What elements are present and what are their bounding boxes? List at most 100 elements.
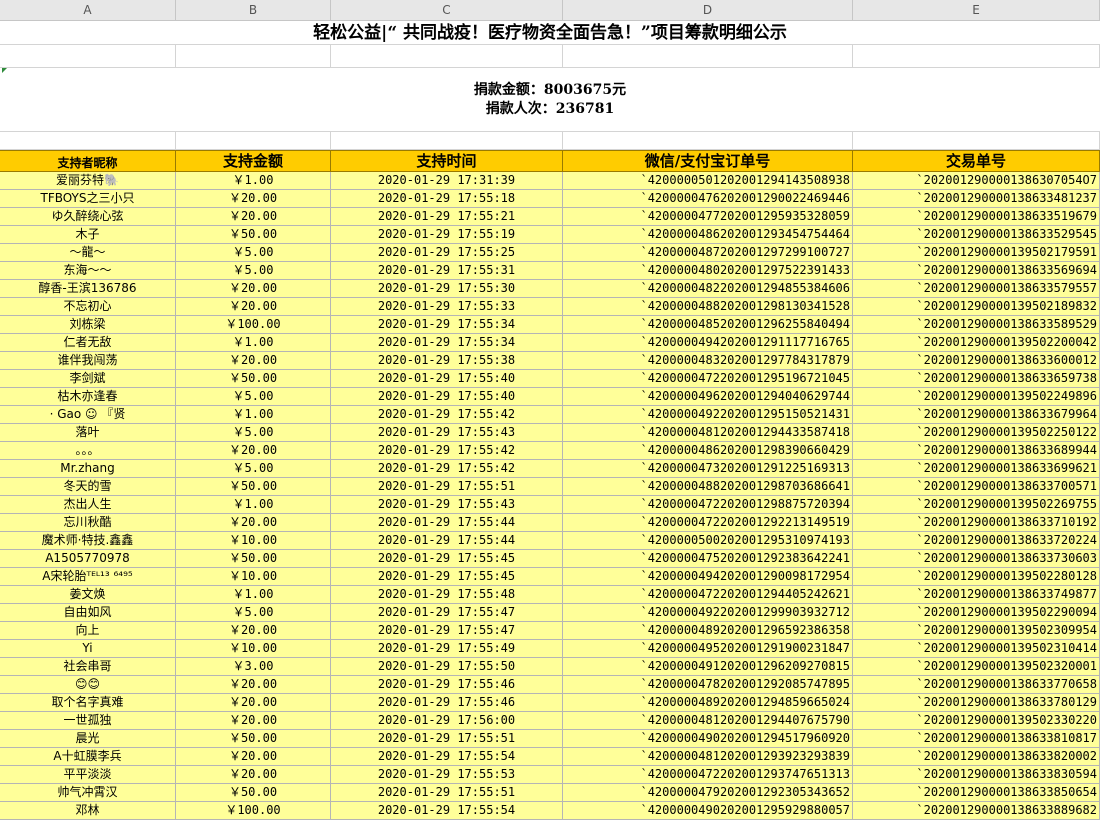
cell-amount[interactable]: ￥20.00 [176,190,331,208]
cell-time[interactable]: 2020-01-29 17:55:43 [331,424,563,442]
cell-order-number[interactable]: `4200000501202001294143508938 [563,172,853,190]
cell-amount[interactable]: ￥1.00 [176,334,331,352]
cell-order-number[interactable]: `4200000490202001294517960920 [563,730,853,748]
cell[interactable] [853,45,1100,68]
cell-supporter-name[interactable]: 取个名字真难 [0,694,176,712]
cell[interactable] [176,45,331,68]
cell-order-number[interactable]: `4200000485202001296255840494 [563,316,853,334]
cell[interactable] [563,45,853,68]
cell-amount[interactable]: ￥20.00 [176,766,331,784]
cell-time[interactable]: 2020-01-29 17:55:42 [331,460,563,478]
cell[interactable] [853,132,1100,150]
cell-time[interactable]: 2020-01-29 17:55:19 [331,226,563,244]
cell-amount[interactable]: ￥100.00 [176,316,331,334]
cell-trade-number[interactable]: `2020012900001395022697​55 [853,496,1100,514]
cell-supporter-name[interactable]: TFBOYS之三小只 [0,190,176,208]
cell-order-number[interactable]: `4200000477202001295935328059 [563,208,853,226]
cell-trade-number[interactable]: `2020012900001395022000​42 [853,334,1100,352]
cell-amount[interactable]: ￥50.00 [176,730,331,748]
cell-trade-number[interactable]: `2020012900001386337202​24 [853,532,1100,550]
cell-order-number[interactable]: `4200000496202001294040629744 [563,388,853,406]
cell-supporter-name[interactable]: 忘川秋酷 [0,514,176,532]
cell-order-number[interactable]: `4200000478202001292085747895 [563,676,853,694]
sheet-title[interactable]: 轻松公益|“ 共同战疫！医疗物资全面告急！”项目筹款明细公示 [0,21,1100,45]
cell-trade-number[interactable]: `2020012900001386337005​71 [853,478,1100,496]
cell-order-number[interactable]: `4200000476202001290022469446 [563,190,853,208]
cell-order-number[interactable]: `4200000488202001298130341528 [563,298,853,316]
cell-time[interactable]: 2020-01-29 17:31:39 [331,172,563,190]
cell-supporter-name[interactable]: 仁者无敌 [0,334,176,352]
cell-order-number[interactable]: `4200000500202001295310974193 [563,532,853,550]
cell-supporter-name[interactable]: 不忘初心 [0,298,176,316]
cell-trade-number[interactable]: `2020012900001386335795​57 [853,280,1100,298]
cell-time[interactable]: 2020-01-29 17:55:49 [331,640,563,658]
cell-supporter-name[interactable]: 😊😊 [0,676,176,694]
cell-supporter-name[interactable]: 谁伴我闯荡 [0,352,176,370]
cell-amount[interactable]: ￥5.00 [176,460,331,478]
cell-trade-number[interactable]: `2020012900001395022498​96 [853,388,1100,406]
cell-supporter-name[interactable]: 自由如风 [0,604,176,622]
cell-supporter-name[interactable]: 爱丽芬特🐘 [0,172,176,190]
column-header-d[interactable]: D [563,0,853,20]
cell-time[interactable]: 2020-01-29 17:55:45 [331,550,563,568]
cell-amount[interactable]: ￥5.00 [176,424,331,442]
header-time[interactable]: 支持时间 [331,150,563,172]
cell-time[interactable]: 2020-01-29 17:55:31 [331,262,563,280]
cell-amount[interactable]: ￥5.00 [176,604,331,622]
cell-supporter-name[interactable]: 杰出人生 [0,496,176,514]
cell-trade-number[interactable]: `2020012900001395023302​20 [853,712,1100,730]
column-header-c[interactable]: C [331,0,563,20]
cell-time[interactable]: 2020-01-29 17:55:46 [331,694,563,712]
cell-amount[interactable]: ￥20.00 [176,280,331,298]
cell-order-number[interactable]: `4200000487202001297299100727 [563,244,853,262]
cell-trade-number[interactable]: `2020012900001386337101​92 [853,514,1100,532]
cell-trade-number[interactable]: `2020012900001386338305​94 [853,766,1100,784]
header-amount[interactable]: 支持金额 [176,150,331,172]
cell-order-number[interactable]: `4200000494202001291117716765 [563,334,853,352]
cell-time[interactable]: 2020-01-29 17:55:40 [331,370,563,388]
cell-supporter-name[interactable]: 冬天的雪 [0,478,176,496]
cell-supporter-name[interactable]: 木子 [0,226,176,244]
summary-cell[interactable]: 捐款金额：8003675元 捐款人次：236781 [0,68,1100,132]
cell-amount[interactable]: ￥10.00 [176,640,331,658]
cell-order-number[interactable]: `4200000472202001294405242621 [563,586,853,604]
cell-amount[interactable]: ￥50.00 [176,226,331,244]
cell-trade-number[interactable]: `2020012900001386307054O7 [853,172,1100,190]
cell-trade-number[interactable]: `2020012900001395023099​54 [853,622,1100,640]
cell-trade-number[interactable]: `2020012900001386335295​45 [853,226,1100,244]
cell-supporter-name[interactable]: 东海～～ [0,262,176,280]
cell-amount[interactable]: ￥20.00 [176,298,331,316]
cell-amount[interactable]: ￥20.00 [176,712,331,730]
cell-amount[interactable]: ￥10.00 [176,568,331,586]
cell-time[interactable]: 2020-01-29 17:55:44 [331,532,563,550]
cell-trade-number[interactable]: `2020012900001395023200​01 [853,658,1100,676]
cell-amount[interactable]: ￥5.00 [176,244,331,262]
cell-supporter-name[interactable]: 姜文焕 [0,586,176,604]
column-header-b[interactable]: B [176,0,331,20]
cell-time[interactable]: 2020-01-29 17:55:25 [331,244,563,262]
cell-trade-number[interactable]: `2020012900001386336000​12 [853,352,1100,370]
cell-order-number[interactable]: `4200000480202001297522391433 [563,262,853,280]
cell-supporter-name[interactable]: 李剑斌 [0,370,176,388]
cell-trade-number[interactable]: `2020012900001395023104​14 [853,640,1100,658]
cell-trade-number[interactable]: `2020012900001395022501​22 [853,424,1100,442]
cell-time[interactable]: 2020-01-29 17:55:38 [331,352,563,370]
cell-amount[interactable]: ￥20.00 [176,676,331,694]
header-supporter-name[interactable]: 支持者昵称 [0,150,176,172]
cell-trade-number[interactable]: `2020012900001386338200​02 [853,748,1100,766]
cell-amount[interactable]: ￥20.00 [176,748,331,766]
cell-time[interactable]: 2020-01-29 17:55:53 [331,766,563,784]
cell-time[interactable]: 2020-01-29 17:55:51 [331,478,563,496]
cell[interactable] [0,45,176,68]
cell-amount[interactable]: ￥1.00 [176,406,331,424]
cell-supporter-name[interactable]: 社会串哥 [0,658,176,676]
cell-trade-number[interactable]: `2020012900001386336899​44 [853,442,1100,460]
cell-time[interactable]: 2020-01-29 17:55:54 [331,748,563,766]
cell-amount[interactable]: ￥50.00 [176,784,331,802]
cell-supporter-name[interactable]: 醇香-王滨136786 [0,280,176,298]
cell-amount[interactable]: ￥50.00 [176,370,331,388]
cell[interactable] [563,132,853,150]
cell-supporter-name[interactable]: 帅气冲霄汉 [0,784,176,802]
cell-time[interactable]: 2020-01-29 17:55:45 [331,568,563,586]
cell-order-number[interactable]: `4200000486202001298390660429 [563,442,853,460]
